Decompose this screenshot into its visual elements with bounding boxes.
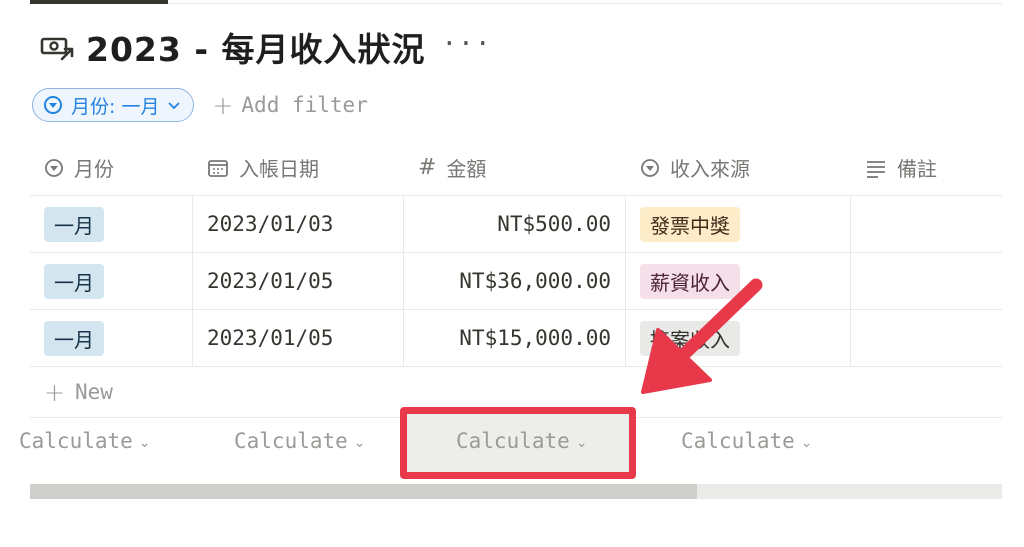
active-view-tab-indicator [30, 0, 168, 4]
amount-cell[interactable]: NT$36,000.00 [404, 253, 626, 309]
filter-label: 月份: 一月 [71, 95, 160, 118]
note-cell[interactable] [851, 196, 1002, 252]
add-filter-button[interactable]: + Add filter [212, 91, 367, 120]
chevron-down-icon: ⌄ [138, 434, 151, 451]
month-tag: 一月 [44, 320, 104, 356]
amount-cell[interactable]: NT$500.00 [404, 196, 626, 252]
annotation-highlight-box [400, 407, 636, 479]
month-tag: 一月 [44, 206, 104, 242]
date-cell[interactable]: 2023/01/05 [193, 253, 404, 309]
filter-bar: 月份: 一月 + Add filter [32, 88, 368, 122]
view-tabs-divider [168, 3, 1002, 4]
chevron-down-icon: ⌄ [800, 434, 813, 451]
calculate-label: Calculate [19, 429, 133, 453]
calendar-icon [208, 159, 228, 177]
source-cell[interactable]: 薪資收入 [626, 253, 851, 309]
new-row-label: New [74, 380, 113, 404]
column-header-note[interactable]: 備註 [851, 140, 1002, 195]
plus-icon: + [212, 90, 234, 120]
month-tag: 一月 [44, 263, 104, 299]
horizontal-scrollbar-thumb[interactable] [30, 484, 697, 499]
date-cell[interactable]: 2023/01/03 [193, 196, 404, 252]
text-lines-icon [867, 160, 885, 178]
source-tag: 接案收入 [640, 320, 740, 356]
page-header: 2023 - 每月收入狀況 ··· [40, 22, 492, 72]
source-tag: 發票中獎 [640, 206, 740, 242]
column-header-source[interactable]: 收入來源 [626, 140, 851, 195]
database-table: 月份 入帳日期 # 金額 收入來源 備註 一月 2023/01/03 NT$50… [30, 140, 1002, 418]
calculate-label: Calculate [681, 429, 795, 453]
chevron-down-icon [168, 102, 181, 110]
source-tag: 薪資收入 [640, 263, 740, 299]
column-header-date[interactable]: 入帳日期 [193, 140, 404, 195]
calculate-source-button[interactable]: Calculate ⌄ [681, 416, 813, 466]
source-cell[interactable]: 接案收入 [626, 310, 851, 366]
note-cell[interactable] [851, 253, 1002, 309]
money-arrow-icon [40, 37, 74, 61]
column-header-label: 金額 [446, 157, 487, 181]
column-header-label: 入帳日期 [239, 157, 319, 181]
table-row[interactable]: 一月 2023/01/05 NT$36,000.00 薪資收入 [30, 253, 1002, 310]
plus-icon: + [44, 377, 65, 407]
number-icon: # [418, 155, 437, 180]
page-title[interactable]: 2023 - 每月收入狀況 [86, 23, 426, 71]
select-icon [641, 158, 659, 177]
column-header-label: 收入來源 [670, 157, 750, 181]
note-cell[interactable] [851, 310, 1002, 366]
month-cell[interactable]: 一月 [30, 310, 193, 366]
column-header-month[interactable]: 月份 [30, 140, 193, 195]
select-icon [44, 96, 62, 114]
month-cell[interactable]: 一月 [30, 196, 193, 252]
month-cell[interactable]: 一月 [30, 253, 193, 309]
column-header-label: 月份 [74, 157, 114, 181]
table-row[interactable]: 一月 2023/01/03 NT$500.00 發票中獎 [30, 196, 1002, 253]
chevron-down-icon: ⌄ [353, 434, 366, 451]
source-cell[interactable]: 發票中獎 [626, 196, 851, 252]
calculate-label: Calculate [234, 429, 348, 453]
column-header-amount[interactable]: # 金額 [404, 140, 626, 195]
month-filter-chip[interactable]: 月份: 一月 [32, 88, 195, 122]
add-filter-label: Add filter [241, 93, 368, 117]
date-cell[interactable]: 2023/01/05 [193, 310, 404, 366]
calculate-date-button[interactable]: Calculate ⌄ [234, 416, 366, 466]
select-icon [45, 158, 63, 177]
table-header: 月份 入帳日期 # 金額 收入來源 備註 [30, 140, 1002, 196]
more-options-button[interactable]: ··· [442, 29, 492, 59]
amount-cell[interactable]: NT$15,000.00 [404, 310, 626, 366]
calculate-month-button[interactable]: Calculate ⌄ [19, 416, 151, 466]
table-row[interactable]: 一月 2023/01/05 NT$15,000.00 接案收入 [30, 310, 1002, 367]
column-header-label: 備註 [897, 157, 937, 181]
